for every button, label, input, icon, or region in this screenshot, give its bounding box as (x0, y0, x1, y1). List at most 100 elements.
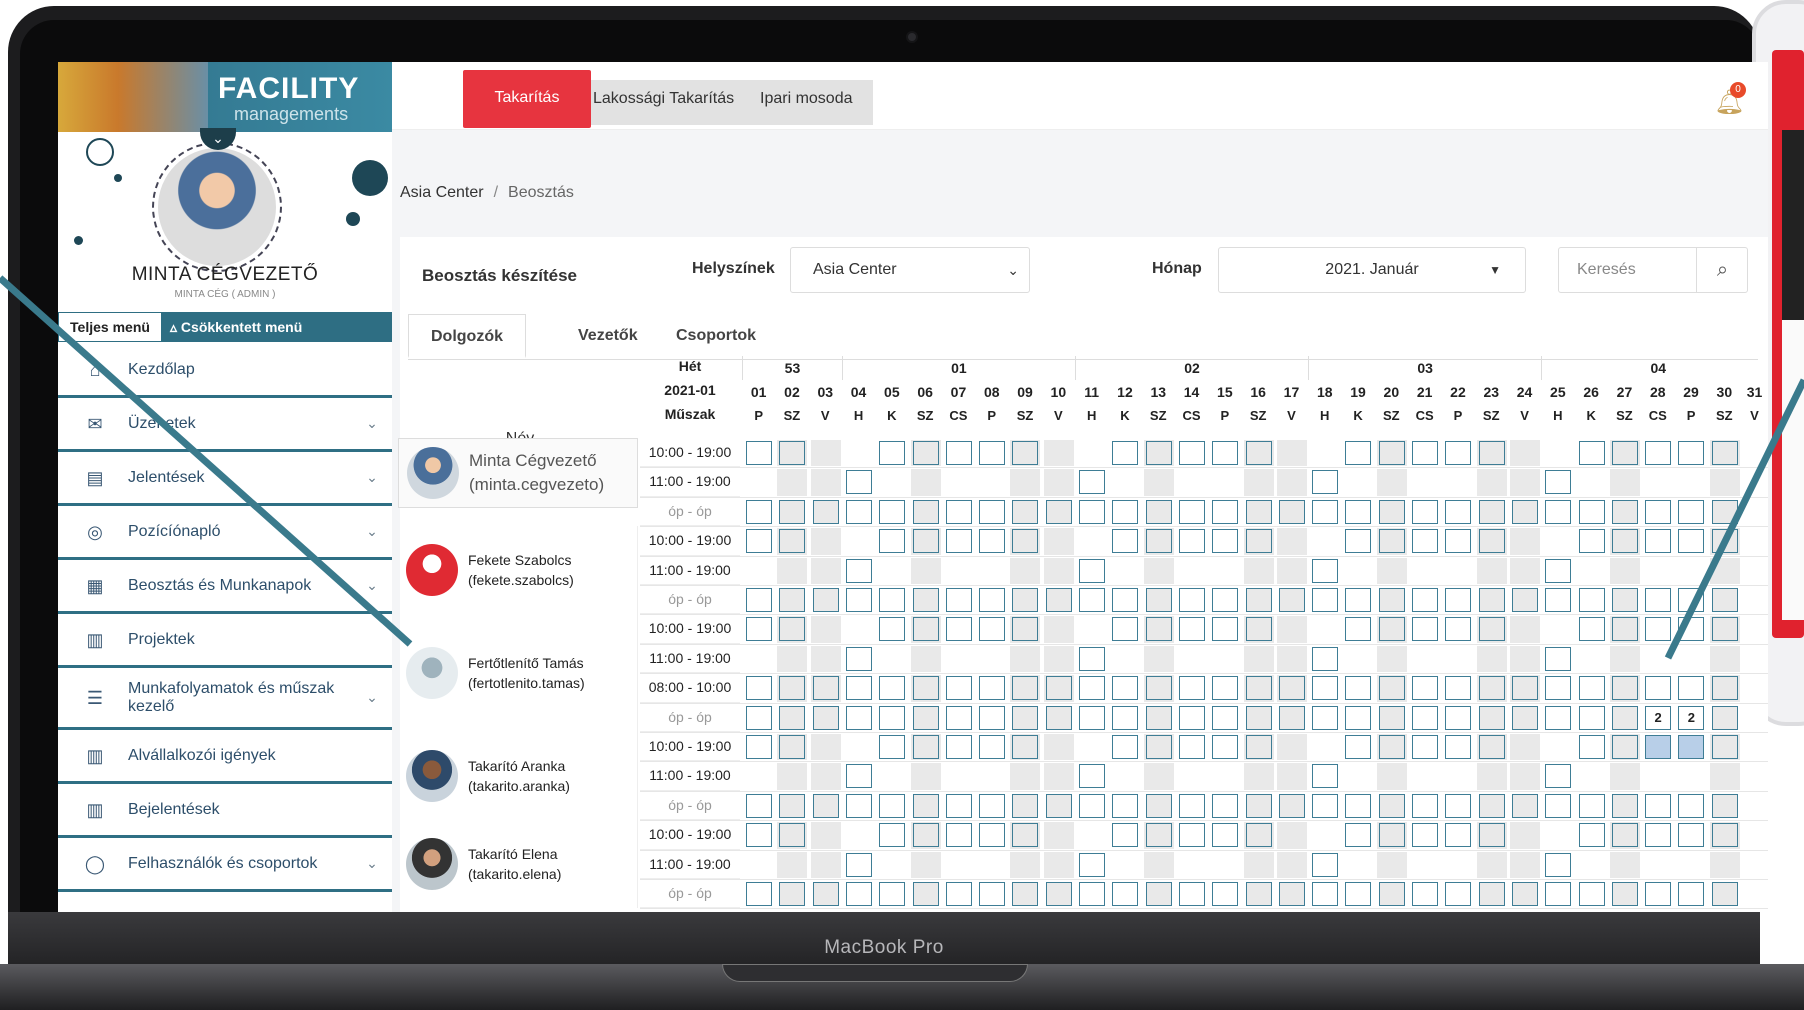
schedule-cell[interactable] (1545, 793, 1572, 818)
schedule-cell[interactable] (979, 676, 1006, 701)
schedule-cell[interactable] (879, 735, 906, 759)
schedule-cell[interactable] (1378, 588, 1405, 612)
schedule-cell[interactable] (879, 882, 906, 906)
schedule-cell[interactable] (1278, 676, 1305, 701)
schedule-cell[interactable] (812, 705, 839, 730)
schedule-cell[interactable] (912, 705, 939, 730)
schedule-cell[interactable] (1012, 441, 1039, 465)
schedule-cell[interactable] (1212, 793, 1239, 818)
schedule-cell[interactable] (779, 499, 806, 524)
schedule-cell[interactable] (1578, 588, 1605, 612)
schedule-cell[interactable] (746, 588, 772, 612)
employee-row[interactable]: Takarító Elena (takarito.elena) (398, 820, 638, 909)
schedule-cell[interactable] (845, 882, 872, 906)
schedule-cell[interactable] (1711, 441, 1738, 465)
schedule-cell[interactable] (1079, 764, 1105, 789)
schedule-cell[interactable] (1145, 705, 1172, 730)
schedule-cell[interactable] (1445, 617, 1472, 642)
schedule-cell[interactable] (1245, 793, 1272, 818)
schedule-cell[interactable] (1312, 793, 1339, 818)
schedule-cell[interactable] (1012, 676, 1039, 701)
schedule-cell[interactable] (1545, 676, 1572, 701)
schedule-cell[interactable] (1345, 793, 1372, 818)
schedule-cell[interactable] (1445, 882, 1472, 906)
schedule-cell[interactable] (1045, 705, 1072, 730)
schedule-cell[interactable] (1445, 529, 1472, 554)
schedule-cell[interactable] (1178, 882, 1205, 906)
schedule-cell[interactable] (1312, 705, 1339, 730)
schedule-cell[interactable] (1678, 793, 1705, 818)
schedule-cell[interactable] (1711, 705, 1738, 730)
schedule-cell[interactable] (1312, 676, 1339, 701)
schedule-cell[interactable] (1478, 676, 1505, 701)
schedule-cell[interactable] (1478, 823, 1505, 848)
schedule-cell[interactable] (1212, 499, 1239, 524)
schedule-cell[interactable] (1345, 676, 1372, 701)
schedule-cell[interactable] (1012, 529, 1039, 554)
schedule-cell[interactable] (1711, 676, 1738, 701)
schedule-cell[interactable] (1312, 558, 1339, 583)
schedule-cell[interactable] (1112, 823, 1139, 848)
employee-row[interactable]: Fertőtlenítő Tamás (fertotlenito.tamas) (398, 614, 638, 732)
schedule-cell[interactable] (1445, 441, 1472, 465)
schedule-cell[interactable] (845, 705, 872, 730)
schedule-cell[interactable] (1145, 735, 1172, 759)
schedule-cell[interactable] (1312, 764, 1339, 789)
schedule-cell[interactable] (912, 617, 939, 642)
schedule-cell[interactable] (779, 882, 806, 906)
schedule-cell[interactable] (1578, 705, 1605, 730)
schedule-cell[interactable] (1345, 529, 1372, 554)
schedule-cell[interactable] (945, 588, 972, 612)
schedule-cell[interactable] (1079, 882, 1105, 906)
schedule-cell[interactable] (1678, 499, 1705, 524)
schedule-cell[interactable] (1145, 441, 1172, 465)
schedule-cell[interactable] (845, 470, 872, 495)
schedule-cell[interactable] (1511, 588, 1538, 612)
schedule-cell[interactable] (1245, 529, 1272, 554)
schedule-cell[interactable] (1245, 705, 1272, 730)
schedule-cell[interactable] (746, 617, 772, 642)
schedule-cell[interactable] (845, 499, 872, 524)
schedule-cell[interactable] (779, 705, 806, 730)
schedule-cell[interactable] (1178, 705, 1205, 730)
schedule-cell[interactable] (1178, 793, 1205, 818)
schedule-cell[interactable] (1445, 705, 1472, 730)
schedule-cell[interactable] (1545, 852, 1572, 877)
schedule-cell[interactable] (945, 617, 972, 642)
schedule-cell[interactable] (1578, 823, 1605, 848)
schedule-cell[interactable] (1545, 764, 1572, 789)
schedule-cell[interactable] (945, 793, 972, 818)
schedule-cell[interactable] (1145, 529, 1172, 554)
schedule-cell[interactable] (1178, 676, 1205, 701)
schedule-cell[interactable] (1312, 646, 1339, 671)
schedule-cell[interactable] (1012, 823, 1039, 848)
schedule-cell[interactable] (812, 793, 839, 818)
schedule-cell[interactable] (1312, 588, 1339, 612)
schedule-cell[interactable] (1645, 793, 1672, 818)
schedule-cell[interactable] (912, 499, 939, 524)
schedule-cell[interactable] (812, 882, 839, 906)
schedule-cell[interactable] (1112, 441, 1139, 465)
schedule-cell[interactable] (945, 529, 972, 554)
schedule-cell[interactable] (1611, 882, 1638, 906)
schedule-cell[interactable] (746, 793, 772, 818)
schedule-cell[interactable] (945, 499, 972, 524)
schedule-cell[interactable]: 2 (1678, 705, 1705, 730)
schedule-cell[interactable] (1578, 735, 1605, 759)
schedule-cell[interactable] (1245, 499, 1272, 524)
schedule-cell[interactable] (879, 793, 906, 818)
schedule-cell[interactable] (1378, 676, 1405, 701)
schedule-cell[interactable] (845, 676, 872, 701)
schedule-cell[interactable] (1611, 588, 1638, 612)
schedule-cell[interactable] (1345, 588, 1372, 612)
schedule-cell[interactable] (1511, 705, 1538, 730)
schedule-cell[interactable] (945, 823, 972, 848)
schedule-cell[interactable] (979, 617, 1006, 642)
schedule-cell[interactable] (845, 764, 872, 789)
schedule-cell[interactable] (1378, 705, 1405, 730)
schedule-cell[interactable] (1511, 499, 1538, 524)
schedule-cell[interactable] (1378, 529, 1405, 554)
schedule-cell[interactable] (1678, 441, 1705, 465)
schedule-cell[interactable] (1278, 588, 1305, 612)
schedule-cell[interactable] (1345, 735, 1372, 759)
